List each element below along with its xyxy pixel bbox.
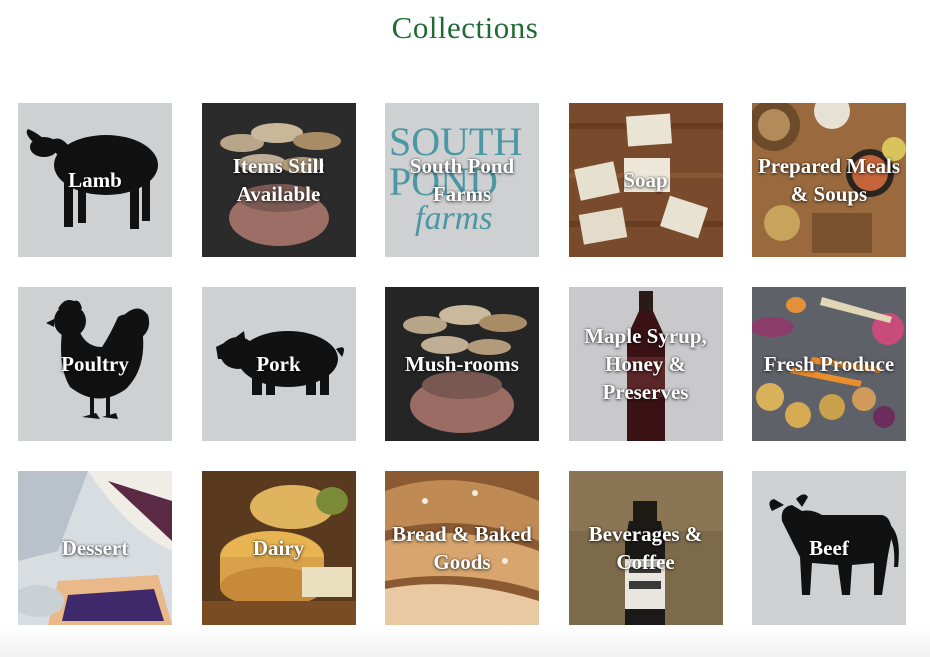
collection-label: Pork xyxy=(256,352,301,376)
collection-label: Soap xyxy=(623,168,668,192)
collection-tile-beverages[interactable]: Beverages & Coffee xyxy=(568,471,723,625)
collection-tile-beef[interactable]: Beef xyxy=(752,471,906,625)
collection-tile-dairy[interactable]: Dairy xyxy=(201,471,356,625)
collection-label: Beverages & Coffee xyxy=(588,522,703,574)
collection-tile-lamb[interactable]: Lamb xyxy=(18,103,172,257)
collection-label: Fresh Produce xyxy=(763,352,895,376)
collection-label: Dessert xyxy=(61,536,129,560)
collection-label: Bread & Baked Goods xyxy=(392,522,532,574)
collection-label: Dairy xyxy=(252,536,305,560)
collection-tile-prepared-meals[interactable]: Prepared Meals & Soups xyxy=(752,103,906,257)
collection-tile-items-still-available[interactable]: Items Still Available xyxy=(201,103,356,257)
collection-tile-bread[interactable]: Bread & Baked Goods xyxy=(385,471,539,625)
collection-label: Beef xyxy=(809,536,849,560)
collection-tile-soap[interactable]: Soap xyxy=(568,103,723,257)
collection-label: South Pond Farms xyxy=(409,154,515,206)
collection-tile-south-pond-farms[interactable]: SOUTH POND farms South Pond Farms xyxy=(385,103,539,257)
collections-grid: Lamb Items Still Available SOUTH POND fa… xyxy=(18,103,906,625)
collection-label: Prepared Meals & Soups xyxy=(757,154,901,206)
collection-label: Items Still Available xyxy=(232,154,325,206)
collection-tile-maple-syrup[interactable]: Maple Syrup, Honey & Preserves xyxy=(568,287,723,441)
collection-label: Maple Syrup, Honey & Preserves xyxy=(584,324,707,404)
page-title: Collections xyxy=(391,10,539,45)
collection-label: Lamb xyxy=(68,168,122,192)
collection-tile-dessert[interactable]: Dessert xyxy=(18,471,172,625)
page-bottom-fade xyxy=(0,628,930,657)
collection-tile-poultry[interactable]: Poultry xyxy=(18,287,172,441)
collection-label: Mush-rooms xyxy=(405,352,519,376)
collection-tile-mushrooms[interactable]: Mush-rooms xyxy=(385,287,539,441)
collection-tile-fresh-produce[interactable]: Fresh Produce xyxy=(752,287,906,441)
collection-tile-pork[interactable]: Pork xyxy=(201,287,356,441)
collection-label: Poultry xyxy=(61,352,129,376)
